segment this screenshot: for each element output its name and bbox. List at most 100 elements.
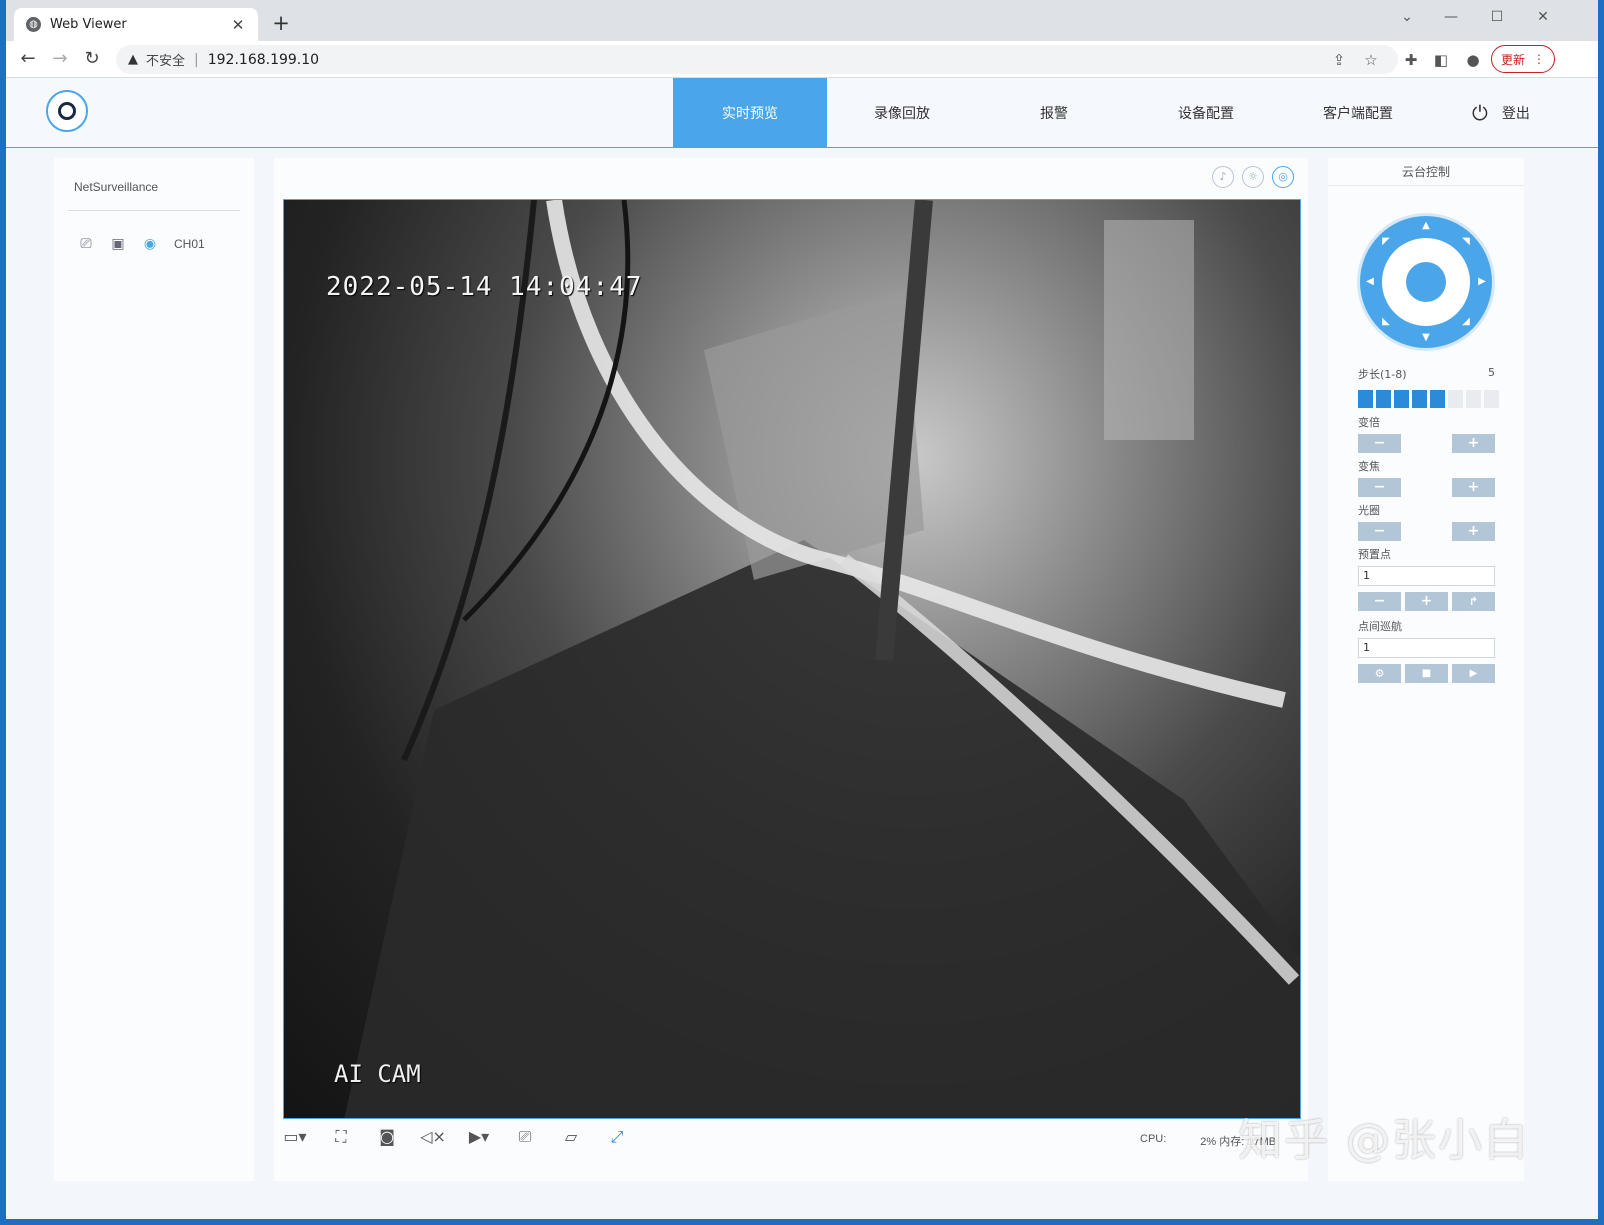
logout-label: 登出 <box>1501 106 1530 122</box>
play-icon[interactable]: ◉ <box>140 235 160 253</box>
share-icon[interactable]: ⇪ <box>1328 50 1350 70</box>
app-logo <box>46 90 88 132</box>
step-segment[interactable] <box>1376 390 1391 408</box>
window-layout-icon[interactable]: ▭▾ <box>282 1126 308 1148</box>
fit-screen-icon[interactable]: ⛶ <box>328 1126 354 1148</box>
ptz-left-icon[interactable]: ◀ <box>1363 275 1377 289</box>
nav-device-config[interactable]: 设备配置 <box>1129 78 1283 148</box>
step-segment[interactable] <box>1394 390 1409 408</box>
ptz-direction-wheel[interactable]: ▲ ▼ ◀ ▶ ◤ ◥ ◣ ◢ <box>1360 216 1492 348</box>
step-slider[interactable] <box>1358 390 1499 408</box>
tab-title: Web Viewer <box>50 17 127 32</box>
draw-region-icon[interactable]: ▱ <box>558 1126 584 1148</box>
close-window-button[interactable]: ✕ <box>1520 4 1566 30</box>
preset-input[interactable]: 1 <box>1358 566 1495 586</box>
tour-input[interactable]: 1 <box>1358 638 1495 658</box>
watermark: 知乎 @张小白 <box>1238 1115 1530 1166</box>
device-name[interactable]: NetSurveillance <box>74 180 158 194</box>
extensions-icon[interactable]: ✚ <box>1400 50 1422 70</box>
video-scene <box>344 200 1300 1118</box>
step-segment[interactable] <box>1358 390 1373 408</box>
address-separator: | <box>194 51 199 68</box>
star-icon[interactable]: ☆ <box>1360 50 1382 70</box>
browser-tab[interactable]: ◍ Web Viewer ✕ <box>14 8 258 41</box>
app-header: 实时预览 录像回放 报警 设备配置 客户端配置 ⏻ 登出 <box>6 78 1598 148</box>
ptz-right-icon[interactable]: ▶ <box>1475 275 1489 289</box>
cpu-value: 2% <box>1200 1136 1217 1148</box>
focus-label: 变焦 <box>1358 460 1380 473</box>
close-tab-icon[interactable]: ✕ <box>230 16 246 34</box>
maximize-button[interactable]: ☐ <box>1474 4 1520 30</box>
channel-row[interactable]: ⎚ ▣ ◉ CH01 <box>76 235 205 253</box>
brightness-icon[interactable]: ☼ <box>1242 166 1264 188</box>
step-segment[interactable] <box>1430 390 1445 408</box>
tab-search-icon[interactable]: ⌄ <box>1384 4 1430 30</box>
update-button[interactable]: 更新 ⋮ <box>1491 45 1555 73</box>
new-tab-button[interactable]: + <box>268 10 294 36</box>
tour-play-icon[interactable]: ▶ <box>1452 664 1495 683</box>
menu-icon: ⋮ <box>1533 52 1545 66</box>
tour-label: 点间巡航 <box>1358 620 1402 633</box>
nav-alarm[interactable]: 报警 <box>977 78 1131 148</box>
profile-icon[interactable]: ● <box>1462 50 1484 70</box>
mute-icon[interactable]: ◁× <box>420 1126 446 1148</box>
iris-minus-button[interactable]: − <box>1358 522 1401 541</box>
step-segment[interactable] <box>1466 390 1481 408</box>
step-segment[interactable] <box>1412 390 1427 408</box>
globe-icon: ◍ <box>26 17 41 32</box>
ptz-panel: 云台控制 ▲ ▼ ◀ ▶ ◤ ◥ ◣ ◢ 步长(1-8) 5 变倍 − + 变焦… <box>1328 158 1524 1181</box>
back-icon[interactable]: ← <box>14 45 42 73</box>
osd-timestamp: 2022-05-14 14:04:47 <box>326 272 643 302</box>
preset-label: 预置点 <box>1358 548 1391 561</box>
tour-stop-icon[interactable]: ■ <box>1405 664 1448 683</box>
fullscreen-icon[interactable]: ⤢ <box>604 1126 630 1148</box>
live-video-feed[interactable]: 2022-05-14 14:04:47 AI CAM <box>283 199 1301 1119</box>
iris-plus-button[interactable]: + <box>1452 522 1495 541</box>
reload-icon[interactable]: ↻ <box>78 45 106 73</box>
preset-add-button[interactable]: + <box>1405 592 1448 611</box>
video-panel: ♪ ☼ ◎ 2022-05-14 14:04:47 AI CAM ▭▾ ⛶ ◙ … <box>274 158 1308 1181</box>
osd-camera-name: AI CAM <box>334 1060 421 1088</box>
channel-label[interactable]: CH01 <box>174 237 205 251</box>
nav-playback[interactable]: 录像回放 <box>825 78 979 148</box>
ptz-upright-icon[interactable]: ◥ <box>1459 235 1473 249</box>
focus-minus-button[interactable]: − <box>1358 478 1401 497</box>
focus-plus-button[interactable]: + <box>1452 478 1495 497</box>
side-panel-icon[interactable]: ◧ <box>1430 50 1452 70</box>
zoom-in-button[interactable]: + <box>1452 434 1495 453</box>
step-segment[interactable] <box>1484 390 1499 408</box>
step-segment[interactable] <box>1448 390 1463 408</box>
security-label[interactable]: 不安全 <box>146 50 185 69</box>
iris-label: 光圈 <box>1358 504 1380 517</box>
ptz-upleft-icon[interactable]: ◤ <box>1379 235 1393 249</box>
logout-button[interactable]: ⏻ 登出 <box>1472 78 1530 148</box>
zoom-label: 变倍 <box>1358 416 1380 429</box>
tour-settings-icon[interactable]: ⚙ <box>1358 664 1401 683</box>
preset-goto-icon[interactable]: ↱ <box>1452 592 1495 611</box>
nav-client-config[interactable]: 客户端配置 <box>1281 78 1435 148</box>
minimize-button[interactable]: — <box>1428 4 1474 30</box>
ptz-downleft-icon[interactable]: ◣ <box>1379 315 1393 329</box>
microphone-icon[interactable]: ♪ <box>1212 166 1234 188</box>
address-bar[interactable]: ▲ 不安全 | 192.168.199.10 <box>116 45 1398 74</box>
forward-icon[interactable]: → <box>46 45 74 73</box>
ptz-down-icon[interactable]: ▼ <box>1419 331 1433 345</box>
ptz-center-button[interactable] <box>1406 262 1446 302</box>
url-text[interactable]: 192.168.199.10 <box>208 52 319 68</box>
power-icon: ⏻ <box>1472 101 1488 125</box>
browser-toolbar: ← → ↻ ▲ 不安全 | 192.168.199.10 ⇪ ☆ ✚ ◧ ● 更… <box>6 41 1598 78</box>
camera-view-icon[interactable]: ◎ <box>1272 166 1294 188</box>
browser-window: ◍ Web Viewer ✕ + ⌄ — ☐ ✕ ← → ↻ ▲ 不安全 | 1… <box>6 0 1598 1219</box>
nav-live-preview[interactable]: 实时预览 <box>673 78 827 148</box>
snapshot-icon[interactable]: ◙ <box>374 1126 400 1148</box>
ptz-up-icon[interactable]: ▲ <box>1419 219 1433 233</box>
ptz-downright-icon[interactable]: ◢ <box>1459 315 1473 329</box>
warning-icon[interactable]: ▲ <box>128 52 138 67</box>
playback-icon[interactable]: ▣ <box>108 235 128 253</box>
device-panel: NetSurveillance ⎚ ▣ ◉ CH01 <box>54 158 254 1181</box>
preset-delete-button[interactable]: − <box>1358 592 1401 611</box>
record-camera-icon[interactable]: ⎚ <box>76 235 96 253</box>
zoom-out-button[interactable]: − <box>1358 434 1401 453</box>
stream-select-icon[interactable]: ▶▾ <box>466 1126 492 1148</box>
record-icon[interactable]: ⎚ <box>512 1126 538 1148</box>
